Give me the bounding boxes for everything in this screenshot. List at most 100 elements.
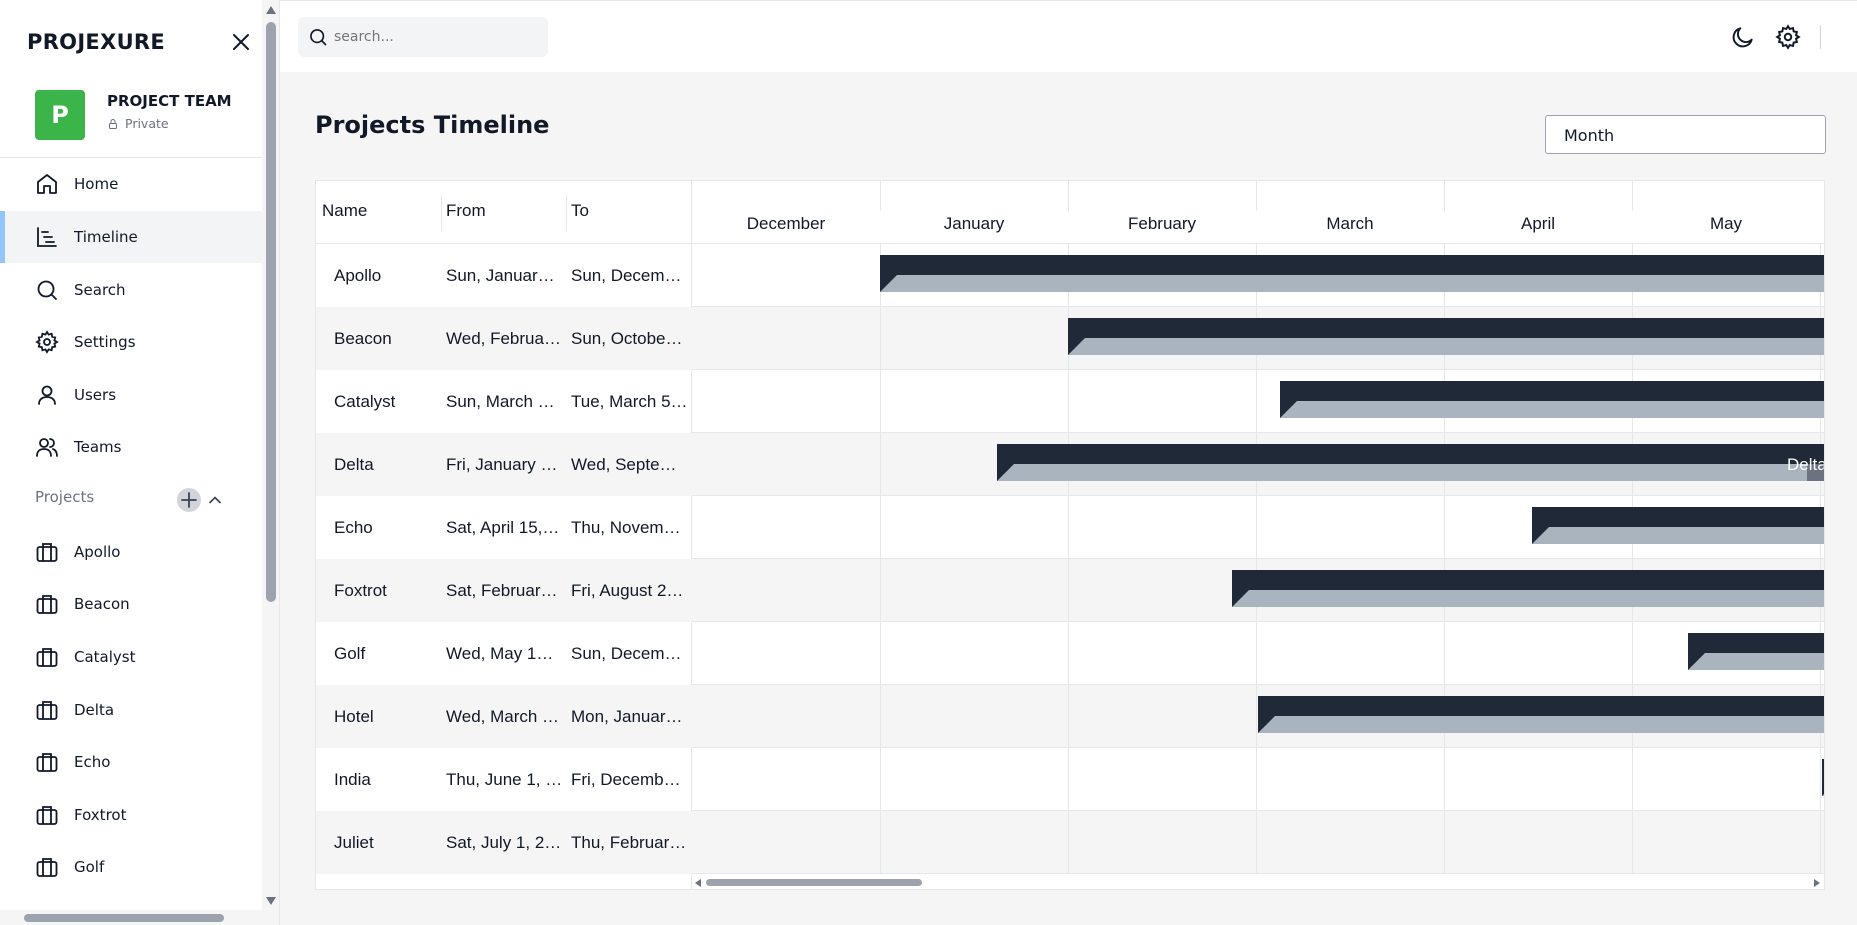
search-input[interactable] <box>334 25 539 49</box>
sidebar-project-apollo[interactable]: Apollo <box>0 526 262 578</box>
sidebar-project-label: Beacon <box>74 595 130 613</box>
task-bar[interactable] <box>1068 318 1824 355</box>
sidebar-h-scroll-thumb[interactable] <box>24 914 224 922</box>
task-bar[interactable] <box>1688 633 1824 670</box>
task-end-date: Fri, Decemb… <box>571 770 681 789</box>
sidebar-item-home[interactable]: Home <box>0 158 262 210</box>
briefcase-icon <box>36 701 58 720</box>
task-list-header: Name From To <box>316 181 692 244</box>
task-name: Catalyst <box>334 392 396 411</box>
task-row[interactable]: Beacon Wed, Februa… Sun, Octobe… <box>316 307 692 370</box>
sidebar-project-echo[interactable]: Echo <box>0 736 262 788</box>
sidebar-project-label: Delta <box>74 701 115 719</box>
task-start-date: Thu, June 1, … <box>446 770 563 789</box>
close-sidebar-button[interactable] <box>229 30 253 54</box>
add-project-button[interactable] <box>177 488 201 512</box>
sidebar: PROJEXURE P PROJECT TEAM Private Home Ti… <box>0 0 280 925</box>
task-row[interactable]: Apollo Sun, Januar… Sun, Decem… <box>316 244 692 307</box>
sidebar-item-search[interactable]: Search <box>0 264 262 316</box>
column-separator <box>441 195 442 231</box>
briefcase-icon <box>36 806 58 825</box>
sidebar-project-delta[interactable]: Delta <box>0 684 262 736</box>
sidebar-project-label: Echo <box>74 753 111 771</box>
task-end-date: Mon, Januar… <box>571 707 683 726</box>
scroll-up-arrow-icon[interactable] <box>265 4 277 16</box>
settings-gear-icon[interactable] <box>1775 24 1801 50</box>
timeline-area: December January February March April May Del… <box>692 181 1824 889</box>
sidebar-project-golf[interactable]: Golf <box>0 841 262 893</box>
view-mode-select[interactable]: Month <box>1545 115 1826 154</box>
task-row[interactable]: Golf Wed, May 1… Sun, Decem… <box>316 622 692 685</box>
scroll-down-arrow-icon[interactable] <box>265 895 277 907</box>
month-separator <box>1068 181 1069 211</box>
sidebar-item-users[interactable]: Users <box>0 369 262 421</box>
task-bar[interactable] <box>1280 381 1824 418</box>
task-end-date: Sun, Decem… <box>571 644 682 663</box>
chevron-up-icon[interactable] <box>205 490 225 510</box>
scroll-left-arrow-icon[interactable] <box>693 878 703 888</box>
team-name: PROJECT TEAM <box>107 92 232 110</box>
timeline-row <box>692 748 1824 811</box>
sidebar-project-catalyst[interactable]: Catalyst <box>0 631 262 683</box>
briefcase-icon <box>36 753 58 772</box>
task-name: Delta <box>334 455 374 474</box>
lock-icon <box>109 118 117 129</box>
task-bar[interactable] <box>1822 759 1824 796</box>
timeline-month-header: December January February March April May <box>692 181 1824 244</box>
column-header-name[interactable]: Name <box>322 201 367 221</box>
task-end-date: Thu, Februar… <box>571 833 687 852</box>
sidebar-item-teams[interactable]: Teams <box>0 421 262 473</box>
page-title: Projects Timeline <box>315 111 550 139</box>
task-bar[interactable] <box>1258 696 1824 733</box>
column-header-from[interactable]: From <box>446 201 486 221</box>
task-row[interactable]: Delta Fri, January … Wed, Septe… <box>316 433 692 496</box>
sidebar-project-beacon[interactable]: Beacon <box>0 578 262 630</box>
task-name: India <box>334 770 371 789</box>
sidebar-scroll-thumb[interactable] <box>266 22 276 602</box>
task-bar[interactable] <box>880 255 1824 292</box>
month-label: March <box>1326 214 1374 233</box>
sidebar-project-foxtrot[interactable]: Foxtrot <box>0 789 262 841</box>
task-bar[interactable]: Delta <box>997 444 1824 481</box>
sidebar-project-label: Catalyst <box>74 648 136 666</box>
gear-icon <box>35 330 59 354</box>
home-icon <box>37 174 57 194</box>
task-bar[interactable]: Foxtrot <box>1232 570 1824 607</box>
team-card[interactable]: P PROJECT TEAM Private <box>0 73 262 158</box>
task-name: Hotel <box>334 707 374 726</box>
sidebar-horizontal-scrollbar[interactable] <box>0 910 262 925</box>
briefcase-icon <box>36 858 58 877</box>
gantt-chart: Name From To Apollo Sun, Januar… Sun, Dece… <box>315 180 1825 890</box>
sidebar-item-settings[interactable]: Settings <box>0 316 262 368</box>
task-row[interactable]: Catalyst Sun, March … Tue, March 5… <box>316 370 692 433</box>
task-name: Juliet <box>334 833 374 852</box>
main-content: Projects Timeline Month Name From To Apo… <box>280 72 1857 925</box>
task-bar[interactable] <box>1532 507 1824 544</box>
timeline-scroll-thumb[interactable] <box>706 879 922 886</box>
task-row[interactable]: Hotel Wed, March … Mon, Januar… <box>316 685 692 748</box>
task-row[interactable]: Echo Sat, April 15,… Thu, Novem… <box>316 496 692 559</box>
team-privacy-label: Private <box>125 116 169 131</box>
task-start-date: Sat, April 15,… <box>446 518 560 537</box>
search-box[interactable] <box>298 17 548 57</box>
task-name: Foxtrot <box>334 581 387 600</box>
task-start-date: Sat, July 1, 2… <box>446 833 562 852</box>
month-separator <box>1632 181 1633 211</box>
month-separator <box>1256 181 1257 211</box>
timeline-horizontal-scrollbar[interactable] <box>692 874 1824 889</box>
task-row[interactable]: Foxtrot Sat, Februar… Fri, August 2… <box>316 559 692 622</box>
task-row[interactable]: India Thu, June 1, … Fri, Decemb… <box>316 748 692 811</box>
column-header-to[interactable]: To <box>571 201 589 221</box>
scroll-right-arrow-icon[interactable] <box>1812 878 1822 888</box>
task-start-date: Sun, March … <box>446 392 555 411</box>
sidebar-item-label: Search <box>74 281 126 299</box>
team-privacy: Private <box>107 116 169 131</box>
task-start-date: Fri, January … <box>446 455 558 474</box>
timeline-row <box>692 811 1824 874</box>
task-name: Beacon <box>334 329 392 348</box>
sidebar-item-timeline[interactable]: Timeline <box>0 211 262 263</box>
task-list: Name From To Apollo Sun, Januar… Sun, Dece… <box>316 181 692 889</box>
dark-mode-toggle-moon-icon[interactable] <box>1730 24 1756 50</box>
sidebar-vertical-scrollbar[interactable] <box>262 0 279 925</box>
task-row[interactable]: Juliet Sat, July 1, 2… Thu, Februar… <box>316 811 692 874</box>
